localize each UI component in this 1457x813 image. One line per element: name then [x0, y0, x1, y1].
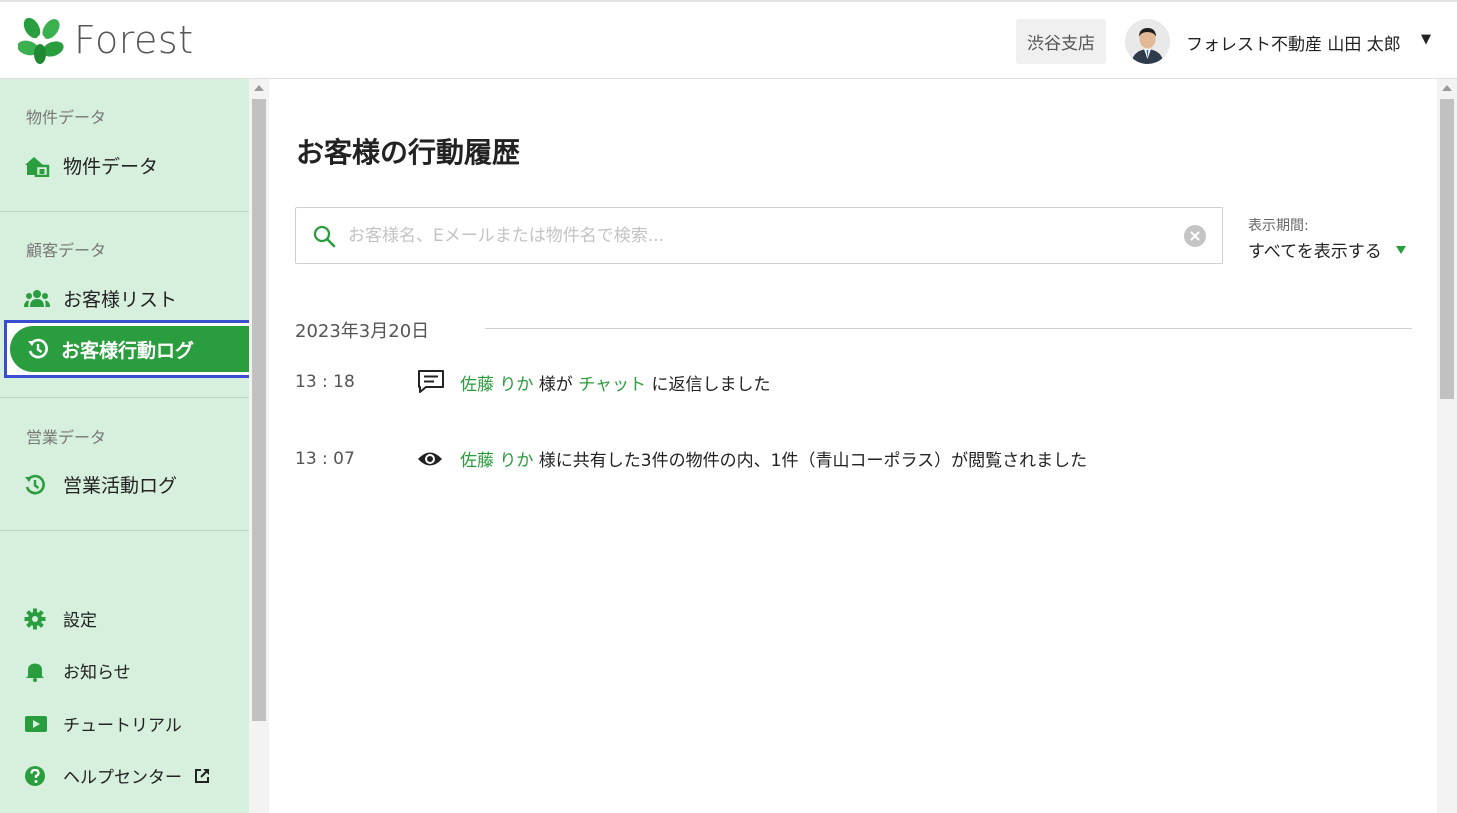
- scrollbar-thumb[interactable]: [252, 99, 266, 721]
- section-label-customer: 顧客データ: [26, 241, 107, 260]
- section-label-property: 物件データ: [26, 108, 107, 127]
- main-content: お客様の行動履歴 表示期間: すべてを表示する 2023年3月20日 13 : …: [270, 79, 1437, 813]
- user-name[interactable]: フォレスト不動産 山田 太郎: [1186, 30, 1401, 55]
- sidebar-item-customer-list[interactable]: お客様リスト: [24, 285, 177, 312]
- date-heading: 2023年3月20日: [295, 321, 430, 342]
- customer-link[interactable]: 佐藤 りか: [460, 451, 533, 471]
- scroll-up-icon[interactable]: [254, 85, 264, 91]
- history-icon: [24, 473, 52, 497]
- gear-icon: [24, 607, 52, 631]
- house-icon: [24, 154, 52, 178]
- sidebar-item-settings[interactable]: 設定: [24, 606, 97, 631]
- history-icon: [27, 338, 49, 360]
- branch-badge[interactable]: 渋谷支店: [1016, 19, 1106, 64]
- user-avatar-icon: [1125, 19, 1170, 64]
- sidebar-item-help-center[interactable]: ヘルプセンター: [24, 763, 210, 788]
- active-nav-pill[interactable]: お客様行動ログ: [10, 326, 250, 372]
- eye-icon: [417, 450, 460, 468]
- app-header: Forest 渋谷支店 フォレスト不動産 山田 太郎 ▼: [0, 0, 1457, 79]
- sidebar: 物件データ 物件データ 顧客データ お客様リスト お客様行動ログ 営業データ 営…: [0, 79, 253, 813]
- sidebar-item-label: 物件データ: [63, 156, 159, 178]
- external-link-icon: [194, 768, 210, 784]
- page-title: お客様の行動履歴: [296, 136, 521, 169]
- scrollbar-thumb[interactable]: [1440, 99, 1454, 399]
- users-icon: [24, 287, 52, 311]
- log-text-part: 様が: [533, 374, 579, 395]
- sidebar-item-property-data[interactable]: 物件データ: [24, 152, 158, 179]
- customer-link[interactable]: 佐藤 りか: [460, 375, 533, 395]
- period-value: すべてを表示する: [1248, 242, 1382, 262]
- log-text: 佐藤 りか 様が チャット に返信しました: [460, 370, 770, 395]
- sidebar-item-notifications[interactable]: お知らせ: [24, 658, 131, 683]
- forest-logo[interactable]: Forest: [18, 16, 194, 64]
- bell-icon: [24, 659, 52, 683]
- search-box[interactable]: [295, 207, 1223, 264]
- log-time: 13 : 18: [295, 372, 355, 392]
- sidebar-item-label: お客様行動ログ: [61, 339, 195, 362]
- logo-text: Forest: [74, 18, 194, 62]
- leaf-logo-icon: [18, 17, 64, 64]
- divider: [0, 397, 249, 398]
- clear-search-icon[interactable]: [1184, 225, 1206, 247]
- sidebar-item-tutorial[interactable]: チュートリアル: [24, 711, 182, 736]
- sidebar-item-customer-action-log[interactable]: お客様行動ログ: [4, 320, 253, 378]
- period-label: 表示期間:: [1248, 218, 1309, 234]
- sidebar-scrollbar[interactable]: [249, 79, 269, 813]
- period-select[interactable]: すべてを表示する: [1248, 237, 1406, 262]
- log-item: 13 : 07 佐藤 りか 様に共有した3件の物件の内、1件（青山コーポラス）が…: [295, 446, 1087, 472]
- search-input[interactable]: [348, 225, 1168, 246]
- video-icon: [24, 712, 52, 736]
- sidebar-item-label: チュートリアル: [63, 716, 182, 736]
- date-divider: [485, 328, 1412, 329]
- divider: [0, 530, 249, 531]
- user-menu-caret-icon[interactable]: ▼: [1421, 32, 1431, 47]
- chat-icon: [417, 369, 460, 395]
- sidebar-item-label: お知らせ: [63, 663, 131, 683]
- sidebar-item-label: お客様リスト: [63, 289, 178, 311]
- section-label-sales: 営業データ: [26, 428, 107, 447]
- sidebar-item-label: 営業活動ログ: [63, 475, 178, 497]
- scroll-up-icon[interactable]: [1442, 85, 1452, 91]
- sidebar-item-label: ヘルプセンター: [63, 768, 182, 788]
- log-text-part: に返信しました: [646, 374, 771, 395]
- divider: [0, 211, 249, 212]
- search-icon: [312, 224, 336, 248]
- log-item: 13 : 18 佐藤 りか 様が チャット に返信しました: [295, 369, 770, 395]
- caret-down-icon: [1395, 245, 1406, 254]
- avatar[interactable]: [1125, 19, 1170, 64]
- main-scrollbar[interactable]: [1437, 79, 1457, 813]
- chat-link[interactable]: チャット: [578, 375, 646, 395]
- log-text: 佐藤 りか 様に共有した3件の物件の内、1件（青山コーポラス）が閲覧されました: [460, 446, 1087, 471]
- help-icon: [24, 764, 52, 788]
- sidebar-item-sales-activity-log[interactable]: 営業活動ログ: [24, 471, 177, 498]
- sidebar-item-label: 設定: [63, 611, 97, 631]
- log-text-part: 様に共有した3件の物件の内、1件（青山コーポラス）が閲覧されました: [533, 451, 1088, 471]
- log-time: 13 : 07: [295, 448, 355, 469]
